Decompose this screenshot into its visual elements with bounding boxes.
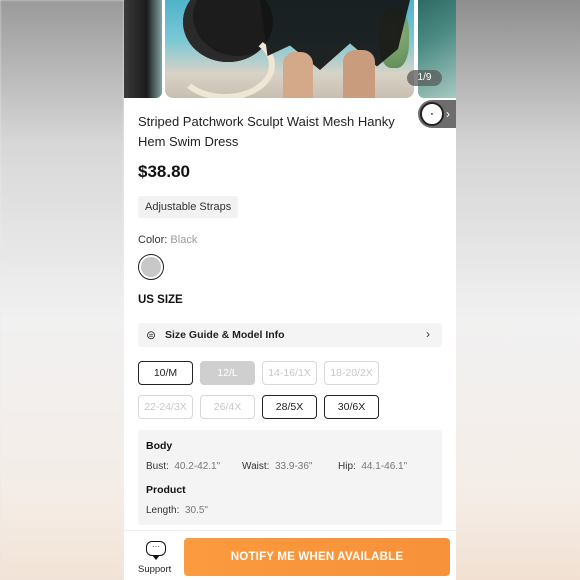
hip-measure: Hip: 44.1-46.1" (338, 461, 407, 472)
feature-tag: Adjustable Straps (138, 196, 239, 218)
color-label: Color (138, 234, 165, 246)
size-option-18-20-2x[interactable]: 18-20/2X (324, 361, 379, 385)
size-guide-label: Size Guide & Model Info (165, 329, 285, 341)
notify-me-button[interactable]: NOTIFY ME WHEN AVAILABLE (184, 538, 450, 576)
leg-shape (283, 52, 313, 98)
product-title: Striped Patchwork Sculpt Waist Mesh Hank… (138, 114, 395, 149)
size-option-26-4x[interactable]: 26/4X (200, 395, 255, 419)
product-heading: Product (146, 484, 186, 496)
size-option-10-m[interactable]: 10/M (138, 361, 193, 385)
body-heading: Body (146, 440, 173, 452)
floating-promo-button[interactable]: ● › (418, 100, 456, 128)
product-page: 1/9 ● › Striped Patchwork Sculpt Waist M… (124, 0, 456, 580)
gallery-prev-image[interactable] (124, 0, 162, 98)
bust-value: 40.2-42.1" (174, 461, 221, 472)
gallery-pager: 1/9 (407, 70, 442, 86)
size-guide-row[interactable]: ⊜ Size Guide & Model Info › (138, 323, 442, 347)
length-measure: Length: 30.5" (146, 505, 208, 516)
leg-shape (343, 50, 375, 98)
measurements-panel: Body Bust: 40.2-42.1" Waist: 33.9-36" Hi… (138, 430, 442, 525)
length-value: 30.5" (184, 505, 208, 516)
color-value: Black (170, 234, 198, 246)
size-option-12-l[interactable]: 12/L (200, 361, 255, 385)
color-swatch-black[interactable] (138, 254, 164, 280)
chevron-right-icon: › (446, 107, 450, 121)
promo-logo-icon: ● (420, 102, 444, 126)
size-option-22-24-3x[interactable]: 22-24/3X (138, 395, 193, 419)
chat-bubble-icon: ··· (146, 541, 166, 560)
waist-value: 33.9-36" (274, 461, 313, 472)
hip-value: 44.1-46.1" (361, 461, 408, 472)
swatch-fill (141, 257, 161, 277)
support-label: Support (138, 564, 172, 575)
background-blur-right (456, 0, 580, 580)
hat-rim-shape (175, 30, 275, 98)
image-gallery[interactable]: 1/9 (124, 0, 456, 98)
waist-measure: Waist: 33.9-36" (242, 461, 312, 472)
size-heading: US SIZE (138, 294, 183, 306)
color-row: Color: Black (138, 234, 198, 246)
size-option-14-16-1x[interactable]: 14-16/1X (262, 361, 317, 385)
hip-label: Hip: (338, 461, 356, 472)
tape-measure-icon: ⊜ (146, 328, 157, 342)
bust-measure: Bust: 40.2-42.1" (146, 461, 220, 472)
bust-label: Bust: (146, 461, 169, 472)
size-option-30-6x[interactable]: 30/6X (324, 395, 379, 419)
product-photo[interactable] (165, 0, 414, 98)
length-label: Length: (146, 505, 180, 516)
chevron-right-icon: › (426, 327, 430, 341)
size-option-28-5x[interactable]: 28/5X (262, 395, 317, 419)
bottom-action-bar: ··· Support NOTIFY ME WHEN AVAILABLE (124, 530, 456, 580)
background-blur-left (0, 0, 124, 580)
waist-label: Waist: (242, 461, 270, 472)
product-price: $38.80 (138, 162, 190, 181)
